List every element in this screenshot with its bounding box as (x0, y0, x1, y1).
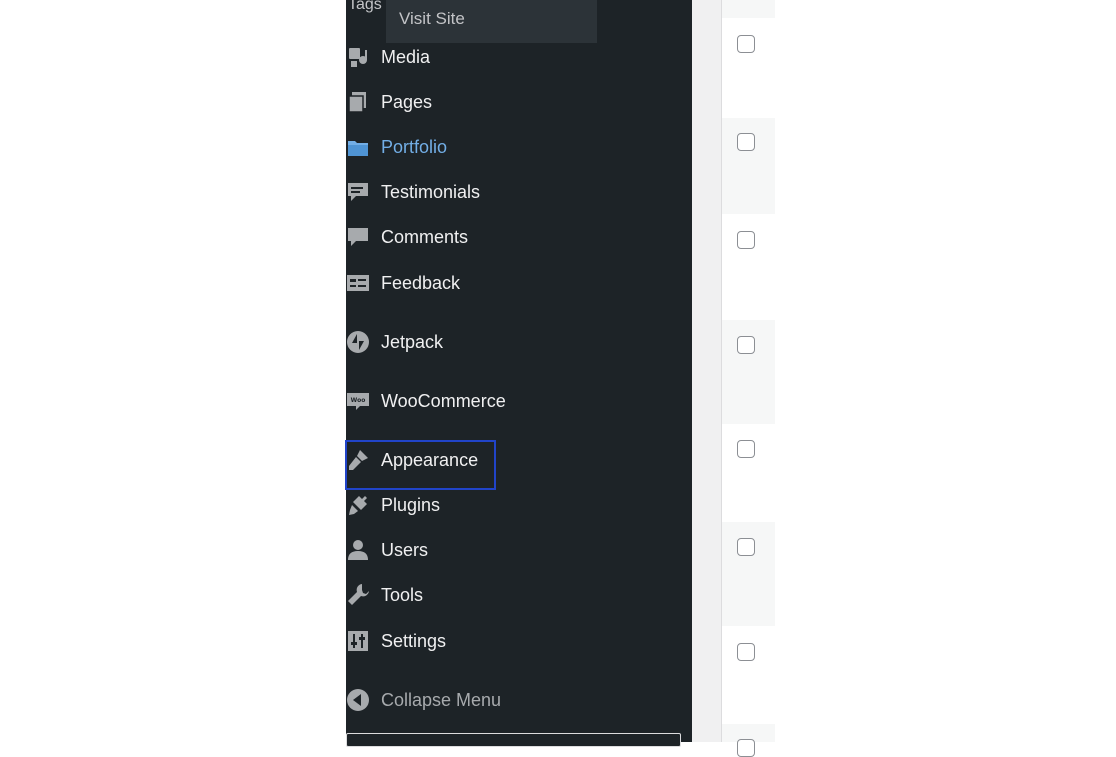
collapse-menu-button[interactable]: Collapse Menu (346, 684, 692, 716)
woocommerce-icon: Woo (346, 389, 370, 413)
table-row (722, 424, 775, 522)
sidebar-item-label: Settings (381, 630, 447, 651)
table-row (722, 0, 775, 18)
sidebar-item-appearance[interactable]: Appearance (346, 444, 692, 476)
sidebar-item-portfolio[interactable]: Portfolio (346, 131, 692, 163)
table-row (722, 320, 775, 424)
sidebar-item-label: Comments (381, 226, 469, 247)
portfolio-folder-icon (346, 135, 370, 159)
sidebar-item-label: Portfolio (381, 136, 448, 157)
appearance-brush-icon (346, 448, 370, 472)
row-checkbox[interactable] (737, 643, 755, 661)
sidebar-item-settings[interactable]: Settings (346, 625, 692, 657)
sidebar-item-plugins[interactable]: Plugins (346, 489, 692, 521)
sidebar-item-jetpack[interactable]: Jetpack (346, 326, 692, 358)
sidebar-item-label: Testimonials (381, 181, 481, 202)
table-rows (722, 0, 775, 757)
tools-wrench-icon (346, 583, 370, 607)
sidebar-item-users[interactable]: Users (346, 534, 692, 566)
feedback-icon (346, 271, 370, 295)
users-icon (346, 538, 370, 562)
row-checkbox[interactable] (737, 440, 755, 458)
pages-icon (346, 90, 370, 114)
sidebar-item-label: Jetpack (381, 331, 444, 352)
sidebar-item-pages[interactable]: Pages (346, 86, 692, 118)
sidebar-item-label: Appearance (381, 449, 479, 470)
sidebar-item-label: Plugins (381, 494, 441, 515)
jetpack-icon (346, 330, 370, 354)
sidebar-item-label: Pages (381, 91, 433, 112)
svg-text:Woo: Woo (351, 397, 366, 404)
tags-menu-label[interactable]: Tags (348, 0, 382, 14)
plugins-icon (346, 493, 370, 517)
testimonials-icon (346, 180, 370, 204)
sidebar-item-label: Media (381, 46, 431, 67)
row-checkbox[interactable] (737, 538, 755, 556)
collapse-menu-label: Collapse Menu (381, 689, 502, 710)
row-checkbox[interactable] (737, 133, 755, 151)
table-row (722, 18, 775, 118)
sidebar-item-testimonials[interactable]: Testimonials (346, 176, 692, 208)
sidebar-item-label: Tools (381, 584, 424, 605)
sidebar-bottom-input[interactable] (346, 733, 681, 747)
settings-sliders-icon (346, 629, 370, 653)
row-checkbox[interactable] (737, 35, 755, 53)
sidebar-item-label: Feedback (381, 272, 461, 293)
sidebar-item-comments[interactable]: Comments (346, 221, 692, 253)
table-row (722, 724, 775, 757)
sidebar-item-media[interactable]: Media (346, 41, 692, 73)
sidebar-item-label: Users (381, 539, 429, 560)
collapse-arrow-icon (346, 688, 370, 712)
table-row (722, 118, 775, 214)
comments-icon (346, 225, 370, 249)
sidebar-item-woocommerce[interactable]: Woo WooCommerce (346, 385, 692, 417)
row-checkbox[interactable] (737, 231, 755, 249)
table-row (722, 214, 775, 320)
sidebar-item-tools[interactable]: Tools (346, 579, 692, 611)
sidebar-item-feedback[interactable]: Feedback (346, 267, 692, 299)
table-row (722, 626, 775, 724)
visit-site-link[interactable]: Visit Site (386, 0, 597, 43)
table-row (722, 522, 775, 626)
sidebar-item-label: WooCommerce (381, 390, 506, 411)
content-gutter (692, 0, 721, 742)
row-checkbox[interactable] (737, 336, 755, 354)
media-icon (346, 45, 370, 69)
